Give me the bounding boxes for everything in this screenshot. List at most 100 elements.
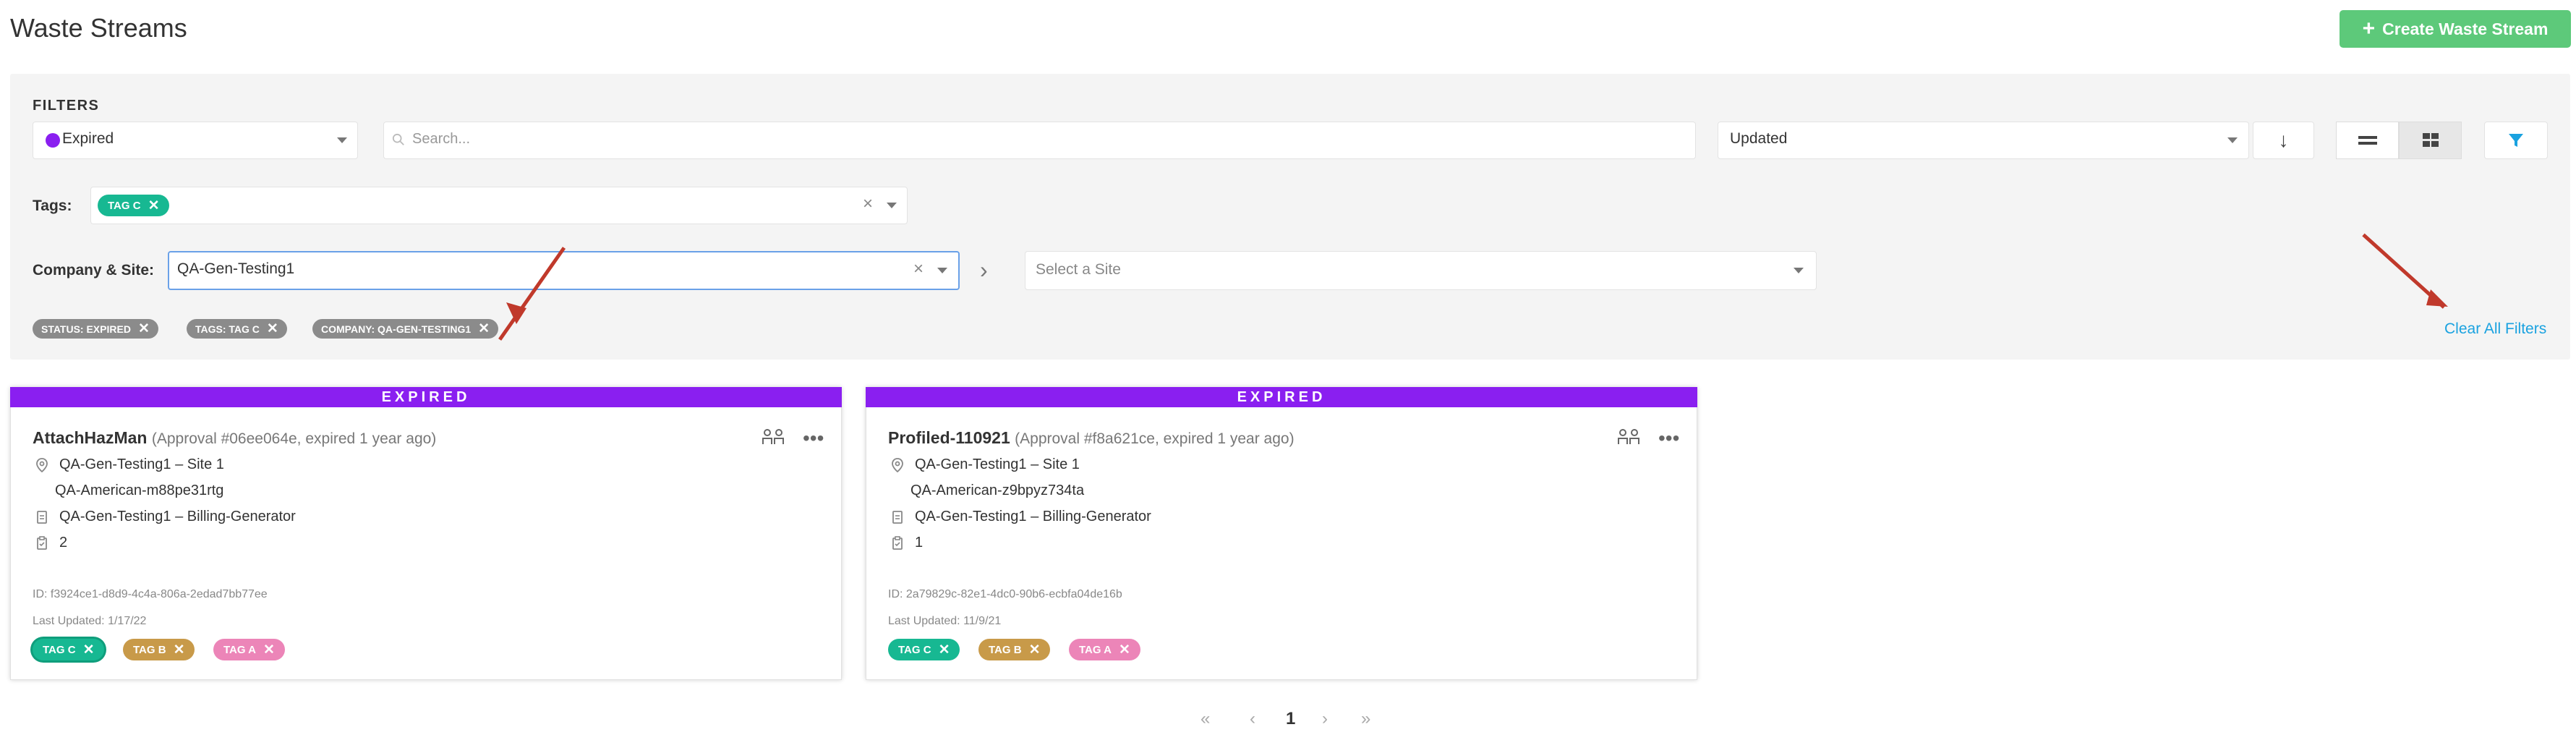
chevron-right-icon: › <box>980 257 988 283</box>
remove-tag-icon[interactable]: ✕ <box>174 642 185 658</box>
card-billing-text: QA-Gen-Testing1 – Billing-Generator <box>915 509 1151 524</box>
card-status-banner: EXPIRED <box>10 387 842 407</box>
pagination-first[interactable]: « <box>1200 709 1210 729</box>
card-tag-label: TAG C <box>898 643 931 656</box>
card-tag-label: TAG A <box>1079 643 1112 656</box>
remove-filter-icon[interactable]: ✕ <box>478 320 490 337</box>
card-tag-chip[interactable]: TAG A ✕ <box>213 639 285 660</box>
card-site-line: QA-Gen-Testing1 – Site 1 <box>35 456 224 473</box>
pagination-last[interactable]: » <box>1361 709 1370 729</box>
active-filter-chip[interactable]: COMPANY: QA-GEN-TESTING1 ✕ <box>312 319 499 339</box>
pagination-prev[interactable]: ‹ <box>1250 709 1255 729</box>
clear-company-icon[interactable]: × <box>913 259 924 279</box>
chevron-down-icon[interactable] <box>937 268 947 273</box>
tags-select[interactable] <box>90 187 908 224</box>
remove-filter-icon[interactable]: ✕ <box>138 320 150 337</box>
status-select-value: Expired <box>62 130 114 147</box>
annotation-arrowhead <box>506 302 526 324</box>
card-tag-label: TAG A <box>223 643 256 656</box>
active-filter-chip[interactable]: STATUS: EXPIRED ✕ <box>33 319 158 339</box>
plus-icon: + <box>2362 17 2376 41</box>
chevron-down-icon <box>2227 137 2238 143</box>
sort-direction-button[interactable]: ↓ <box>2253 122 2314 159</box>
sort-select[interactable] <box>1718 122 2249 159</box>
more-dots-icon[interactable]: ••• <box>1658 427 1679 450</box>
search-placeholder: Search... <box>412 131 471 147</box>
card-site-text: QA-Gen-Testing1 – Site 1 <box>915 456 1080 472</box>
list-view-button[interactable] <box>2336 122 2399 159</box>
card-tag-chip[interactable]: TAG A ✕ <box>1069 639 1140 660</box>
active-filter-label: COMPANY: QA-GEN-TESTING1 <box>321 323 472 335</box>
page-title: Waste Streams <box>10 13 187 43</box>
remove-tag-icon[interactable]: ✕ <box>263 642 275 658</box>
selected-tag-chip[interactable]: TAG C ✕ <box>98 195 170 216</box>
remove-filter-icon[interactable]: ✕ <box>267 320 278 337</box>
card-title-text: Profiled-110921 <box>888 428 1010 447</box>
document-icon <box>37 510 47 524</box>
card-title[interactable]: Profiled-110921 (Approval #f8a621ce, exp… <box>888 428 1295 448</box>
pagination-current-page[interactable]: 1 <box>1286 709 1295 729</box>
card-last-updated: Last Updated: 11/9/21 <box>888 615 1002 627</box>
card-tag-chip[interactable]: TAG C ✕ <box>33 639 105 660</box>
pagination-next[interactable]: › <box>1322 709 1328 729</box>
chevron-down-icon[interactable] <box>887 203 897 208</box>
document-icon <box>892 510 903 524</box>
card-billing-line: QA-Gen-Testing1 – Billing-Generator <box>890 509 1151 525</box>
chevron-down-icon <box>337 137 347 143</box>
filters-heading: FILTERS <box>33 98 100 114</box>
card-id: ID: 2a79829c-82e1-4dc0-90b6-ecbfa04de16b <box>888 588 1122 600</box>
company-site-label: Company & Site: <box>33 262 155 279</box>
card-title[interactable]: AttachHazMan (Approval #06ee064e, expire… <box>33 428 436 448</box>
card-tag-label: TAG C <box>43 643 76 656</box>
card-tag-label: TAG B <box>133 643 166 656</box>
annotation-arrowhead <box>2426 289 2448 307</box>
create-waste-stream-label: Create Waste Stream <box>2382 19 2549 38</box>
card-count-line: 2 <box>35 535 67 551</box>
card-site-text: QA-Gen-Testing1 – Site 1 <box>59 456 224 472</box>
remove-tag-icon[interactable]: ✕ <box>1119 642 1130 658</box>
card-tag-chip[interactable]: TAG B ✕ <box>978 639 1051 660</box>
card-billing-line: QA-Gen-Testing1 – Billing-Generator <box>35 509 296 525</box>
map-pin-icon <box>892 457 903 472</box>
create-waste-stream-button[interactable]: + Create Waste Stream <box>2340 10 2571 48</box>
view-toggle-group <box>2336 122 2462 159</box>
active-filter-label: STATUS: EXPIRED <box>41 323 131 335</box>
card-generator-line: QA-American-z9bpyz734ta <box>910 483 1085 498</box>
people-icon[interactable] <box>762 428 785 446</box>
funnel-icon <box>2509 134 2523 147</box>
active-filter-chip[interactable]: TAGS: TAG C ✕ <box>187 319 287 339</box>
chevron-down-icon[interactable] <box>1794 268 1804 273</box>
remove-tag-icon[interactable]: ✕ <box>939 642 950 658</box>
grid-view-button[interactable] <box>2399 122 2462 159</box>
grid-view-icon <box>2422 133 2439 147</box>
tags-label: Tags: <box>33 197 72 214</box>
card-generator-line: QA-American-m88pe31rtg <box>55 483 224 498</box>
remove-tag-icon[interactable]: ✕ <box>83 642 95 658</box>
card-tag-chip[interactable]: TAG C ✕ <box>888 639 960 660</box>
card-site-line: QA-Gen-Testing1 – Site 1 <box>890 456 1080 473</box>
more-dots-icon[interactable]: ••• <box>803 427 824 450</box>
clear-tags-icon[interactable]: × <box>863 194 873 214</box>
company-select-value: QA-Gen-Testing1 <box>177 260 295 277</box>
filter-toggle-button[interactable] <box>2484 122 2548 159</box>
map-pin-icon <box>36 457 48 472</box>
people-icon[interactable] <box>1617 428 1640 446</box>
remove-tag-icon[interactable]: ✕ <box>148 197 160 214</box>
card-tag-chip[interactable]: TAG B ✕ <box>123 639 195 660</box>
status-color-dot <box>46 133 60 148</box>
card-count-text: 2 <box>59 535 68 551</box>
card-count-text: 1 <box>915 535 924 551</box>
clipboard-icon <box>892 535 903 550</box>
card-status-banner: EXPIRED <box>866 387 1697 407</box>
clipboard-icon <box>37 535 47 550</box>
remove-tag-icon[interactable]: ✕ <box>1029 642 1041 658</box>
site-select[interactable] <box>1025 251 1817 290</box>
card-count-line: 1 <box>890 535 923 551</box>
card-tag-label: TAG B <box>989 643 1022 656</box>
card-subtitle: (Approval #f8a621ce, expired 1 year ago) <box>1015 430 1295 447</box>
clear-all-filters-link[interactable]: Clear All Filters <box>2444 320 2546 338</box>
search-input[interactable] <box>383 122 1696 159</box>
card-subtitle: (Approval #06ee064e, expired 1 year ago) <box>151 430 437 447</box>
sort-select-value: Updated <box>1730 130 1788 147</box>
card-id: ID: f3924ce1-d8d9-4c4a-806a-2edad7bb77ee <box>33 588 268 600</box>
